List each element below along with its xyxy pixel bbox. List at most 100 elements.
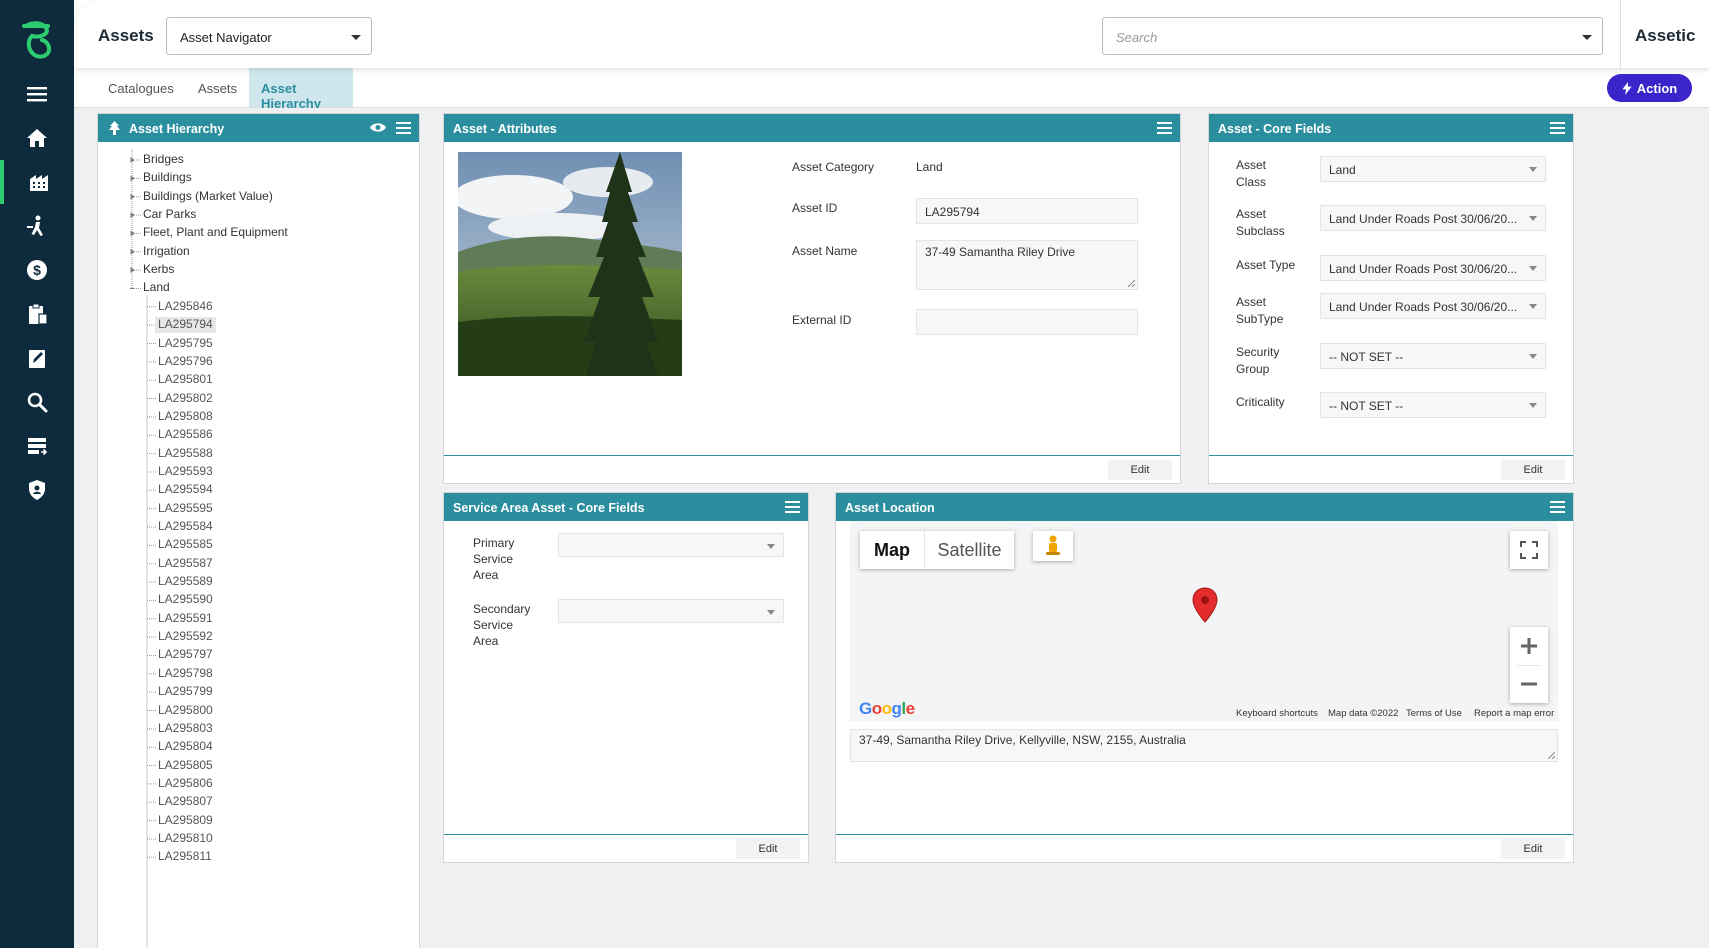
tree-node-la295799[interactable]: LA295799: [158, 684, 213, 700]
assetic-logo-icon[interactable]: [18, 20, 56, 62]
tree-node-kerbs[interactable]: Kerbs: [143, 262, 174, 278]
tree-node-la295808[interactable]: LA295808: [158, 409, 213, 425]
external-id-field[interactable]: [916, 309, 1138, 335]
secondary-service-area-select[interactable]: [558, 599, 784, 623]
search-icon[interactable]: [0, 380, 74, 424]
list-icon[interactable]: [0, 424, 74, 468]
street-view-button[interactable]: [1033, 531, 1073, 561]
asset-navigator-select[interactable]: Asset Navigator: [166, 17, 372, 55]
map-tab[interactable]: Map: [860, 531, 924, 569]
tree-node-la295807[interactable]: LA295807: [158, 794, 213, 810]
map-report-link[interactable]: Report a map error: [1474, 708, 1554, 719]
tree-node-la295794[interactable]: LA295794: [155, 317, 216, 334]
action-button[interactable]: Action: [1607, 74, 1692, 102]
asset-id-field[interactable]: LA295794: [916, 198, 1138, 224]
tree-node-car-parks[interactable]: Car Parks: [143, 207, 196, 223]
tree-node-la295591[interactable]: LA295591: [158, 611, 213, 627]
tree-node-la295584[interactable]: LA295584: [158, 519, 213, 535]
edit-button[interactable]: Edit: [1108, 460, 1172, 480]
tree-node-la295806[interactable]: LA295806: [158, 776, 213, 792]
money-icon[interactable]: $: [0, 248, 74, 292]
tree-node-la295586[interactable]: LA295586: [158, 427, 213, 443]
map-keyboard-shortcuts[interactable]: Keyboard shortcuts: [1236, 708, 1318, 719]
shield-icon[interactable]: [0, 468, 74, 512]
tree-node-buildings[interactable]: Buildings: [143, 170, 192, 186]
map-terms-link[interactable]: Terms of Use: [1406, 708, 1462, 719]
buildings-icon[interactable]: [0, 160, 74, 204]
security-group-select[interactable]: -- NOT SET --: [1320, 343, 1546, 369]
tab-catalogues[interactable]: Catalogues: [96, 68, 186, 107]
menu-icon[interactable]: [0, 72, 74, 116]
satellite-tab[interactable]: Satellite: [924, 531, 1014, 569]
eye-icon[interactable]: [370, 122, 386, 133]
tree-node-la295803[interactable]: LA295803: [158, 721, 213, 737]
menu-icon[interactable]: [1550, 122, 1565, 134]
tree-node-bridges[interactable]: Bridges: [143, 152, 184, 168]
tree-node-la295811[interactable]: LA295811: [158, 849, 212, 865]
tree-node-la295588[interactable]: LA295588: [158, 446, 213, 462]
asset-type-select[interactable]: Land Under Roads Post 30/06/20...: [1320, 255, 1546, 281]
clipboard-icon[interactable]: [0, 292, 74, 336]
tree-node-land[interactable]: Land: [143, 280, 170, 296]
home-icon[interactable]: [0, 116, 74, 160]
lightning-icon: [1622, 81, 1632, 95]
hierarchy-tree: Bridges Buildings Buildings (Market Value)…: [98, 144, 419, 948]
tree-node-fleet-plant-and-equipment[interactable]: Fleet, Plant and Equipment: [143, 225, 288, 241]
search-input[interactable]: Search: [1102, 17, 1603, 55]
tree-node-la295809[interactable]: LA295809: [158, 813, 213, 829]
asset-subclass-select[interactable]: Land Under Roads Post 30/06/20...: [1320, 205, 1546, 231]
tree-node-la295585[interactable]: LA295585: [158, 537, 213, 553]
tree-node-la295802[interactable]: LA295802: [158, 391, 213, 407]
edit-button[interactable]: Edit: [1501, 839, 1565, 859]
asset-name-field[interactable]: 37-49 Samantha Riley Drive: [916, 240, 1138, 290]
tree-node-irrigation[interactable]: Irrigation: [143, 244, 190, 260]
module-title: Assets: [98, 26, 154, 45]
tree-node-la295805[interactable]: LA295805: [158, 758, 213, 774]
service-area-panel: Service Area Asset - Core Fields Primary…: [443, 492, 809, 863]
asset-subtype-select[interactable]: Land Under Roads Post 30/06/20...: [1320, 293, 1546, 319]
tab-asset-hierarchy[interactable]: Asset Hierarchy: [249, 68, 353, 111]
map-view[interactable]: Map Satellite Google Keyboard shortcuts: [850, 521, 1558, 721]
resize-handle-icon[interactable]: [1128, 280, 1135, 287]
fullscreen-button[interactable]: [1510, 531, 1548, 569]
tree-node-buildings-market-value[interactable]: Buildings (Market Value): [143, 189, 273, 205]
tree-node-la295590[interactable]: LA295590: [158, 592, 213, 608]
search-placeholder: Search: [1116, 30, 1158, 45]
tab-assets[interactable]: Assets: [186, 68, 249, 107]
criticality-select[interactable]: -- NOT SET --: [1320, 392, 1546, 418]
edit-button[interactable]: Edit: [736, 839, 800, 859]
menu-icon[interactable]: [785, 501, 800, 513]
primary-service-area-select[interactable]: [558, 533, 784, 557]
tree-node-la295800[interactable]: LA295800: [158, 703, 213, 719]
zoom-in-button[interactable]: [1510, 627, 1548, 665]
map-type-toggle: Map Satellite: [860, 531, 1014, 569]
tree-node-la295595[interactable]: LA295595: [158, 501, 213, 517]
tree-node-la295804[interactable]: LA295804: [158, 739, 213, 755]
address-field[interactable]: 37-49, Samantha Riley Drive, Kellyville,…: [850, 729, 1558, 762]
tree-node-la295798[interactable]: LA295798: [158, 666, 213, 682]
tree-node-la295594[interactable]: LA295594: [158, 482, 213, 498]
edit-icon[interactable]: [0, 336, 74, 380]
tree-node-la295795[interactable]: LA295795: [158, 336, 213, 352]
tree-node-la295797[interactable]: LA295797: [158, 647, 213, 663]
location-pin-icon[interactable]: [1192, 587, 1218, 623]
worker-icon[interactable]: [0, 204, 74, 248]
tree-node-la295801[interactable]: LA295801: [158, 372, 213, 388]
tree-node-la295810[interactable]: LA295810: [158, 831, 213, 847]
tree-node-la295592[interactable]: LA295592: [158, 629, 213, 645]
asset-attributes-panel: Asset - Attributes Asset Category Land A: [443, 113, 1181, 484]
tree-node-la295589[interactable]: LA295589: [158, 574, 213, 590]
menu-icon[interactable]: [396, 122, 411, 134]
menu-icon[interactable]: [1157, 122, 1172, 134]
asset-class-select[interactable]: Land: [1320, 156, 1546, 182]
chevron-down-icon: [1529, 403, 1537, 408]
menu-icon[interactable]: [1550, 501, 1565, 513]
tree-node-la295587[interactable]: LA295587: [158, 556, 213, 572]
tree-node-la295796[interactable]: LA295796: [158, 354, 213, 370]
zoom-out-button[interactable]: [1510, 665, 1548, 703]
google-logo-text: Google: [859, 699, 915, 718]
edit-button[interactable]: Edit: [1501, 460, 1565, 480]
tree-node-la295593[interactable]: LA295593: [158, 464, 213, 480]
resize-handle-icon[interactable]: [1548, 752, 1555, 759]
tree-node-la295846[interactable]: LA295846: [158, 299, 213, 315]
